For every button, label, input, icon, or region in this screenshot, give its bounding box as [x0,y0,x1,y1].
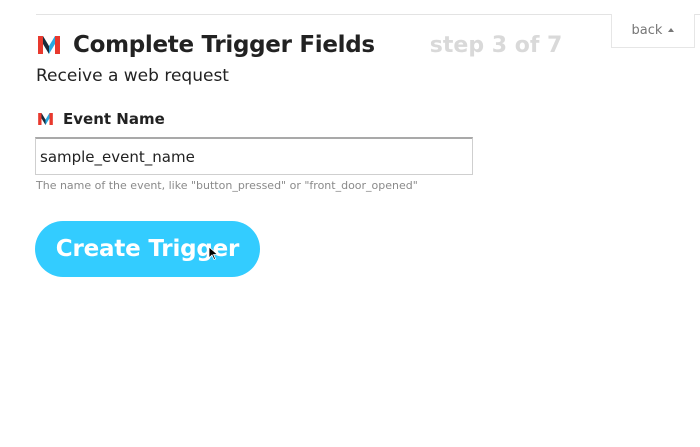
event-name-input[interactable] [35,137,473,175]
caret-up-icon [668,28,675,32]
back-button-label: back [631,23,663,38]
trigger-subtitle: Receive a web request [36,66,229,86]
create-trigger-button[interactable]: Create Trigger [35,221,260,277]
step-indicator: step 3 of 7 [429,32,563,58]
page-header: Complete Trigger Fields step 3 of 7 [38,28,562,62]
page-title: Complete Trigger Fields [73,32,375,58]
maker-logo-icon [38,36,60,54]
event-name-label-row: Event Name [38,110,165,128]
event-name-helper-text: The name of the event, like "button_pres… [36,179,418,192]
top-divider [36,14,700,15]
mouse-cursor-icon [209,247,218,260]
back-button[interactable]: back [611,14,695,48]
event-name-label: Event Name [63,110,165,128]
maker-logo-icon [38,113,53,125]
